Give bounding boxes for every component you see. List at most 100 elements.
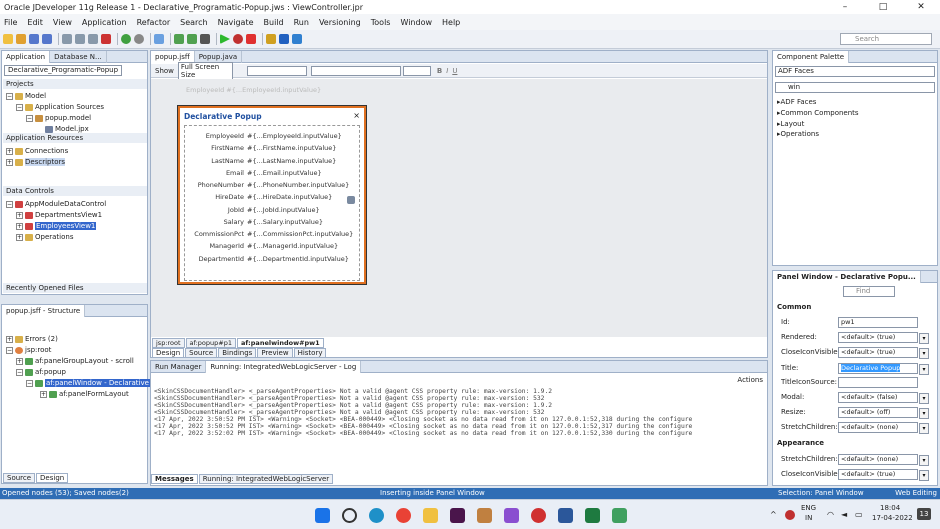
prop-titleicon-value[interactable] (838, 377, 918, 388)
actions-menu[interactable]: Actions (737, 376, 763, 384)
tab-database[interactable]: Database N... (50, 50, 107, 63)
struct-tab-source[interactable]: Source (3, 473, 36, 483)
start-icon[interactable] (315, 508, 330, 523)
lang-primary[interactable]: ENG (801, 504, 816, 512)
log-output[interactable]: <SkinCSSDocumentHandler> <_parseAgentPro… (154, 388, 746, 460)
prop-app-closeicon-value[interactable]: <default> (true) ▾ (838, 469, 929, 481)
cut-icon[interactable] (62, 34, 72, 44)
tray-arrow-icon[interactable]: ^ (770, 510, 777, 519)
menu-versioning[interactable]: Versioning (319, 18, 361, 27)
inspector-title[interactable]: Panel Window - Declarative Popu... (773, 270, 921, 283)
menu-help[interactable]: Help (442, 18, 460, 27)
structure-title[interactable]: popup.jsff - Structure (2, 304, 86, 317)
show-label[interactable]: Show (155, 67, 174, 75)
lang-secondary[interactable]: IN (805, 514, 812, 522)
appearance-section[interactable]: Appearance (777, 439, 824, 447)
palette-library-select[interactable]: ADF Faces (775, 66, 935, 77)
design-canvas[interactable]: EmployeeId #{...EmployeeId.inputValue} D… (151, 79, 767, 337)
back-icon[interactable] (121, 34, 131, 44)
copy-icon[interactable] (75, 34, 85, 44)
struct-popup[interactable]: − af:popup (16, 368, 66, 376)
fld-lastname[interactable]: #{...LastName.inputValue} (247, 157, 336, 165)
underline-icon[interactable]: U (452, 67, 457, 75)
slack-icon[interactable] (450, 508, 465, 523)
word-icon[interactable] (558, 508, 573, 523)
font-select[interactable] (310, 65, 401, 76)
tree-model[interactable]: − Model (6, 92, 46, 100)
struct-panelwindow[interactable]: − af:panelWindow - Declarative Po (26, 379, 161, 387)
fld-managerid[interactable]: #{...ManagerId.inputValue} (247, 242, 338, 250)
palette-search-input[interactable]: win (775, 82, 935, 93)
tree-popup-model[interactable]: − popup.model (26, 114, 91, 122)
fld-email[interactable]: #{...Email.inputValue} (247, 169, 322, 177)
editor-tab-design[interactable]: Design (152, 348, 185, 358)
battery-icon[interactable]: ▭ (855, 510, 863, 519)
struct-jsp-root[interactable]: − jsp:root (6, 346, 51, 354)
menu-refactor[interactable]: Refactor (137, 18, 171, 27)
chrome-icon[interactable] (396, 508, 411, 523)
crumb-popup[interactable]: af:popup#p1 (185, 338, 236, 348)
prop-stretch-value[interactable]: <default> (none) ▾ (838, 422, 929, 434)
debug-icon[interactable] (154, 34, 164, 44)
palette-operations[interactable]: ▸ Operations (777, 130, 819, 138)
app-resources-header[interactable]: Application Resources (3, 133, 147, 143)
debug-run-icon[interactable] (233, 34, 243, 44)
bold-icon[interactable]: B (437, 67, 442, 75)
italic-icon[interactable]: I (446, 67, 448, 75)
eclipse-icon[interactable] (504, 508, 519, 523)
size-font-select[interactable] (402, 65, 431, 76)
make-icon[interactable] (174, 34, 184, 44)
save-all-icon[interactable] (42, 34, 52, 44)
app-icon[interactable] (612, 508, 627, 523)
forward-icon[interactable] (134, 34, 144, 44)
prop-closeicon-value[interactable]: <default> (true) ▾ (838, 347, 929, 359)
data-controls-header[interactable]: Data Controls (3, 186, 147, 196)
db-icon[interactable] (292, 34, 302, 44)
struct-panelgrouplayout[interactable]: + af:panelGroupLayout - scroll (16, 357, 134, 365)
close-button[interactable]: ✕ (902, 0, 940, 14)
delete-icon[interactable] (101, 34, 111, 44)
folder-icon[interactable] (266, 34, 276, 44)
tree-appmodule[interactable]: − AppModuleDataControl (6, 200, 106, 208)
deploy-icon[interactable] (200, 34, 210, 44)
tree-app-sources[interactable]: − Application Sources (16, 103, 104, 111)
notes-icon[interactable] (585, 508, 600, 523)
clock-time[interactable]: 18:04 (880, 504, 900, 512)
tree-descriptors[interactable]: + Descriptors (6, 158, 66, 166)
open-icon[interactable] (16, 34, 26, 44)
prop-resize-value[interactable]: <default> (off) ▾ (838, 407, 929, 419)
palette-layout[interactable]: ▸ Layout (777, 120, 804, 128)
prop-modal-value[interactable]: <default> (false) ▾ (838, 392, 929, 404)
run-icon[interactable] (220, 34, 230, 44)
paste-icon[interactable] (88, 34, 98, 44)
edge-icon[interactable] (369, 508, 384, 523)
fld-jobid[interactable]: #{...JobId.inputValue} (247, 206, 320, 214)
prop-title-value[interactable]: Declarative Popup ▾ (838, 363, 929, 375)
browser-icon[interactable] (279, 34, 289, 44)
project-select[interactable]: Declarative_Programatic-Popup (4, 65, 122, 76)
menu-tools[interactable]: Tools (371, 18, 391, 27)
rebuild-icon[interactable] (187, 34, 197, 44)
tree-employees[interactable]: + EmployeesView1 (16, 222, 97, 230)
tray-app-icon[interactable] (785, 510, 795, 520)
editor-tab-history[interactable]: History (293, 348, 327, 358)
recent-files-header[interactable]: Recently Opened Files (3, 283, 147, 293)
stop-icon[interactable] (246, 34, 256, 44)
fld-phonenumber[interactable]: #{...PhoneNumber.inputValue} (247, 181, 349, 189)
save-icon[interactable] (29, 34, 39, 44)
inspector-find[interactable]: Find (843, 286, 895, 297)
palette-common-components[interactable]: ▸ Common Components (777, 109, 859, 117)
prop-id-value[interactable]: pw1 (838, 317, 918, 328)
prop-app-stretch-value[interactable]: <default> (none) ▾ (838, 454, 929, 466)
style-select[interactable] (246, 65, 307, 76)
editor-tab-source[interactable]: Source (185, 348, 218, 358)
prop-rendered-value[interactable]: <default> (true) ▾ (838, 332, 929, 344)
menu-window[interactable]: Window (400, 18, 432, 27)
popup-window[interactable]: Declarative Popup × EmployeeId FirstName… (177, 105, 367, 285)
wifi-icon[interactable]: ◠ (827, 510, 834, 519)
tree-connections[interactable]: + Connections (6, 147, 68, 155)
new-icon[interactable] (3, 34, 13, 44)
file-explorer-icon[interactable] (423, 508, 438, 523)
menu-navigate[interactable]: Navigate (218, 18, 254, 27)
tab-messages[interactable]: Messages (151, 474, 198, 484)
